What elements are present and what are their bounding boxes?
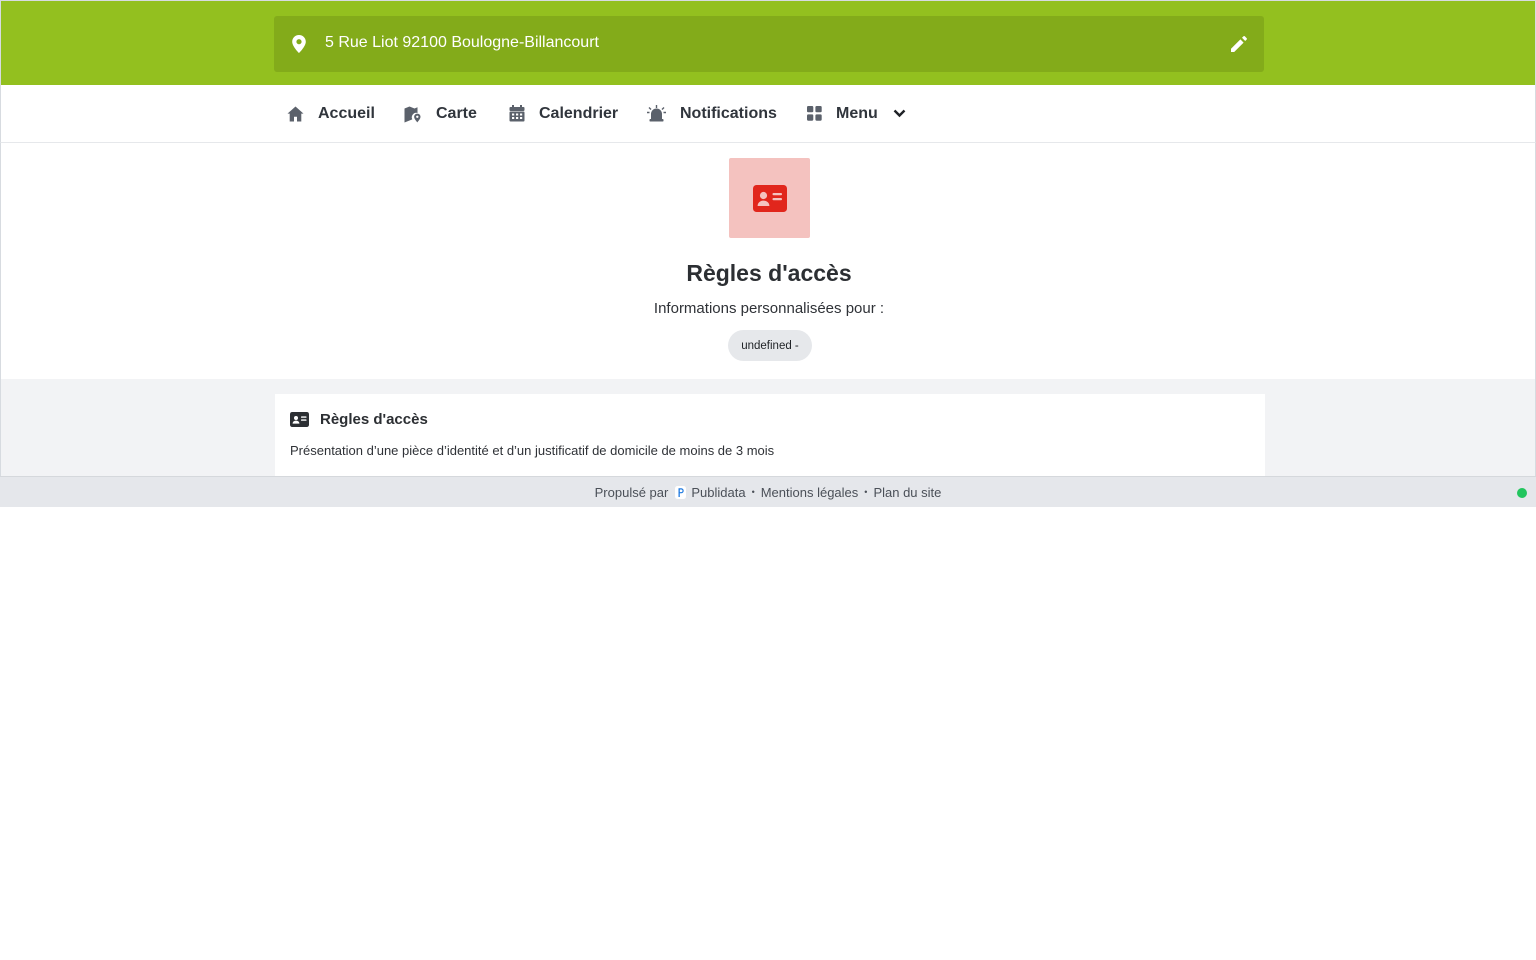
nav-item-accueil[interactable]: Accueil [287,85,375,142]
status-indicator [1517,488,1527,498]
legal-notice-link[interactable]: Mentions légales [761,485,859,500]
id-card-icon [290,412,309,427]
footer-separator: • [864,487,868,497]
card-title: Règles d'accès [320,411,428,428]
map-location-icon [404,106,421,122]
nav-label: Accueil [318,104,375,122]
nav-label: Notifications [680,104,777,122]
top-header: 5 Rue Liot 92100 Boulogne-Billancourt [0,0,1536,85]
page-title: Règles d'accès [686,260,852,286]
publidata-logo-icon [675,485,687,499]
address-text: 5 Rue Liot 92100 Boulogne-Billancourt [325,34,599,51]
map-pin-icon [292,35,306,53]
content-area: Règles d'accès Présentation d’une pièce … [0,379,1536,476]
card-header: Règles d'accès [290,411,428,428]
address-bar[interactable]: 5 Rue Liot 92100 Boulogne-Billancourt [274,16,1264,72]
footer-links: Propulsé par Publidata • Mentions légale… [0,477,1536,507]
hero-icon-tile [729,158,810,238]
nav-item-carte[interactable]: Carte [404,85,477,142]
sitemap-link[interactable]: Plan du site [873,485,941,500]
profile-chip[interactable]: undefined - [728,330,812,361]
chevron-down-icon [893,109,906,118]
footer: Propulsé par Publidata • Mentions légale… [0,476,1536,507]
alarm-bell-icon [647,105,666,122]
info-card: Règles d'accès Présentation d’une pièce … [275,394,1265,476]
card-body: Présentation d’une pièce d’identité et d… [290,443,775,458]
page-hero: Règles d'accès Informations personnalisé… [0,143,1536,379]
nav-item-menu[interactable]: Menu [807,85,906,142]
powered-by-text: Propulsé par [594,484,669,500]
nav-item-notifications[interactable]: Notifications [647,85,777,142]
publidata-link[interactable]: Publidata [691,485,745,500]
main-nav: Accueil Carte Calendrier Notifications M… [0,85,1536,143]
nav-item-calendrier[interactable]: Calendrier [509,85,618,142]
pencil-icon[interactable] [1230,35,1248,53]
nav-label: Calendrier [539,104,619,122]
home-icon [287,106,304,121]
nav-label: Carte [436,104,477,122]
page-subtitle: Informations personnalisées pour : [653,300,885,317]
footer-separator: • [751,487,755,497]
grid-icon [807,106,822,121]
nav-label: Menu [836,104,878,122]
id-card-icon [752,184,787,212]
calendar-icon [509,105,525,122]
